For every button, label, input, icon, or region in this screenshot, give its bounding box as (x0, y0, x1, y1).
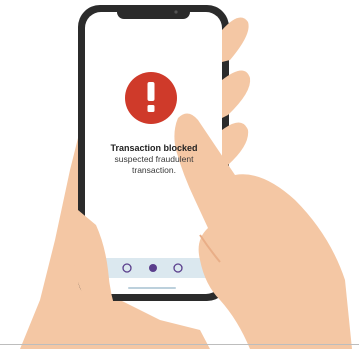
exclamation-icon (125, 72, 177, 124)
phone-notch (117, 5, 190, 19)
right-finger-3 (222, 122, 249, 168)
home-indicator (128, 287, 176, 289)
alert-title: Transaction blocked (110, 143, 198, 153)
alert-line-1: suspected fraudulent (114, 154, 194, 164)
alert-line-2: transaction. (132, 165, 176, 175)
pager-dot-2 (149, 264, 157, 272)
ground-line (0, 344, 359, 345)
camera-dot (174, 10, 178, 14)
alert-message: Transaction blocked suspected fraudulent… (96, 143, 212, 176)
right-finger-2 (222, 70, 251, 118)
